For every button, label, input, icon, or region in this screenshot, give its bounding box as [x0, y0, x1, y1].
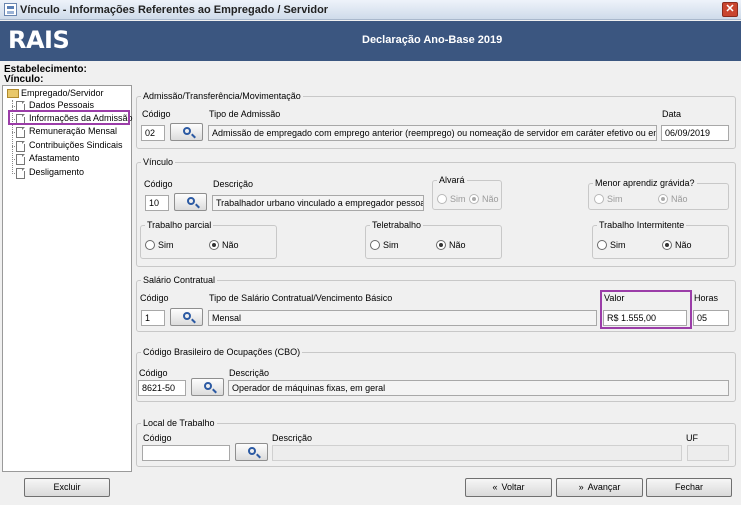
excluir-button[interactable]: Excluir [24, 478, 110, 497]
tree-item-afastamento[interactable]: Afastamento [29, 153, 80, 165]
cbo-codigo-label: Código [139, 368, 168, 378]
banner-title: Declaração Ano-Base 2019 [362, 34, 503, 46]
app-icon [4, 3, 17, 16]
trabalho-parcial-nao-radio[interactable] [209, 240, 219, 250]
teletrabalho-sim-radio[interactable] [370, 240, 380, 250]
trabalho-intermitente-nao-radio[interactable] [662, 240, 672, 250]
header-banner: RAIS Declaração Ano-Base 2019 [0, 21, 741, 61]
cbo-search-button[interactable] [191, 378, 224, 396]
salario-tipo-label: Tipo de Salário Contratual/Vencimento Bá… [209, 293, 393, 303]
admissao-search-button[interactable] [170, 123, 203, 141]
teletrabalho-nao-label: Não [449, 240, 466, 250]
admissao-codigo-input[interactable]: 02 [141, 125, 165, 141]
trabalho-intermitente-legend: Trabalho Intermitente [599, 220, 685, 230]
rais-logo: RAIS [8, 26, 70, 54]
vinculo-search-button[interactable] [174, 193, 207, 211]
alvara-sim-radio[interactable] [437, 194, 447, 204]
cbo-descricao-label: Descrição [229, 368, 270, 378]
document-icon [16, 168, 25, 179]
search-icon [204, 382, 212, 390]
menor-aprendiz-nao-label: Não [671, 194, 688, 204]
document-icon [16, 127, 25, 138]
vinculo-label: Vínculo: [4, 74, 44, 85]
valor-highlight [600, 290, 692, 329]
local-descricao-label: Descrição [272, 433, 313, 443]
vinculo-legend: Vínculo [143, 157, 174, 167]
local-descricao-field [272, 445, 682, 461]
voltar-button[interactable]: «Voltar [465, 478, 552, 497]
local-uf-field [687, 445, 729, 461]
alvara-group: Alvará [432, 175, 502, 210]
vinculo-codigo-input[interactable]: 10 [145, 195, 169, 211]
trabalho-parcial-sim-radio[interactable] [145, 240, 155, 250]
vinculo-codigo-label: Código [144, 179, 173, 189]
local-uf-label: UF [686, 433, 698, 443]
menor-aprendiz-legend: Menor aprendiz grávida? [595, 178, 695, 188]
selected-item-highlight [8, 110, 130, 125]
trabalho-intermitente-sim-label: Sim [610, 240, 626, 250]
avancar-button[interactable]: » Avançar [556, 478, 643, 497]
vinculo-descricao-label: Descrição [213, 179, 254, 189]
admissao-data-input[interactable]: 06/09/2019 [661, 125, 729, 141]
salario-horas-input[interactable]: 05 [693, 310, 729, 326]
back-arrow-icon: « [492, 482, 498, 492]
local-codigo-label: Código [143, 433, 172, 443]
trabalho-intermitente-sim-radio[interactable] [597, 240, 607, 250]
cbo-descricao-field: Operador de máquinas fixas, em geral [228, 380, 729, 396]
document-icon [16, 154, 25, 165]
tree-item-desligamento[interactable]: Desligamento [29, 167, 84, 179]
admissao-tipo-label: Tipo de Admissão [209, 109, 281, 119]
trabalho-intermitente-nao-label: Não [675, 240, 692, 250]
forward-arrow-icon: » [578, 482, 584, 492]
avancar-label: Avançar [587, 482, 621, 492]
alvara-legend: Alvará [439, 175, 465, 185]
salario-horas-label: Horas [694, 293, 719, 303]
salario-legend: Salário Contratual [143, 275, 216, 285]
navigation-tree: Empregado/Servidor Dados Pessoais Inform… [2, 85, 133, 472]
voltar-label: Voltar [501, 482, 525, 492]
cbo-codigo-input[interactable]: 8621-50 [138, 380, 186, 396]
trabalho-parcial-sim-label: Sim [158, 240, 174, 250]
search-icon [187, 197, 195, 205]
trabalho-parcial-nao-label: Não [222, 240, 239, 250]
menor-aprendiz-sim-radio[interactable] [594, 194, 604, 204]
admissao-data-label: Data [662, 109, 682, 119]
salario-search-button[interactable] [170, 308, 203, 326]
teletrabalho-legend: Teletrabalho [372, 220, 422, 230]
admissao-tipo-field: Admissão de empregado com emprego anteri… [208, 125, 657, 141]
trabalho-parcial-legend: Trabalho parcial [147, 220, 212, 230]
folder-icon [7, 89, 19, 98]
search-icon [183, 312, 191, 320]
cbo-legend: Código Brasileiro de Ocupações (CBO) [143, 347, 301, 357]
excluir-label: Excluir [53, 482, 81, 492]
local-search-button[interactable] [235, 443, 268, 461]
fechar-button[interactable]: Fechar [646, 478, 732, 497]
alvara-nao-radio[interactable] [469, 194, 479, 204]
admissao-legend: Admissão/Transferência/Movimentação [143, 91, 301, 101]
local-codigo-input[interactable] [142, 445, 230, 461]
teletrabalho-sim-label: Sim [383, 240, 399, 250]
tree-root-empregado[interactable]: Empregado/Servidor [21, 88, 104, 98]
tree-item-remuneracao-mensal[interactable]: Remuneração Mensal [29, 126, 117, 138]
vinculo-descricao-field: Trabalhador urbano vinculado a empregado… [212, 195, 424, 211]
alvara-nao-label: Não [482, 194, 499, 204]
admissao-codigo-label: Código [142, 109, 171, 119]
tree-item-contribuicoes-sindicais[interactable]: Contribuições Sindicais [29, 140, 123, 152]
salario-tipo-field: Mensal [208, 310, 597, 326]
menor-aprendiz-sim-label: Sim [607, 194, 623, 204]
local-trabalho-legend: Local de Trabalho [143, 418, 215, 428]
alvara-sim-label: Sim [450, 194, 466, 204]
search-icon [183, 127, 191, 135]
search-icon [248, 447, 256, 455]
window-title: Vínculo - Informações Referentes ao Empr… [20, 4, 329, 16]
teletrabalho-nao-radio[interactable] [436, 240, 446, 250]
menor-aprendiz-nao-radio[interactable] [658, 194, 668, 204]
document-icon [16, 141, 25, 152]
window-titlebar: Vínculo - Informações Referentes ao Empr… [0, 0, 741, 20]
fechar-label: Fechar [674, 482, 703, 492]
close-button[interactable]: ✕ [722, 2, 738, 17]
salario-codigo-input[interactable]: 1 [141, 310, 165, 326]
salario-codigo-label: Código [140, 293, 169, 303]
